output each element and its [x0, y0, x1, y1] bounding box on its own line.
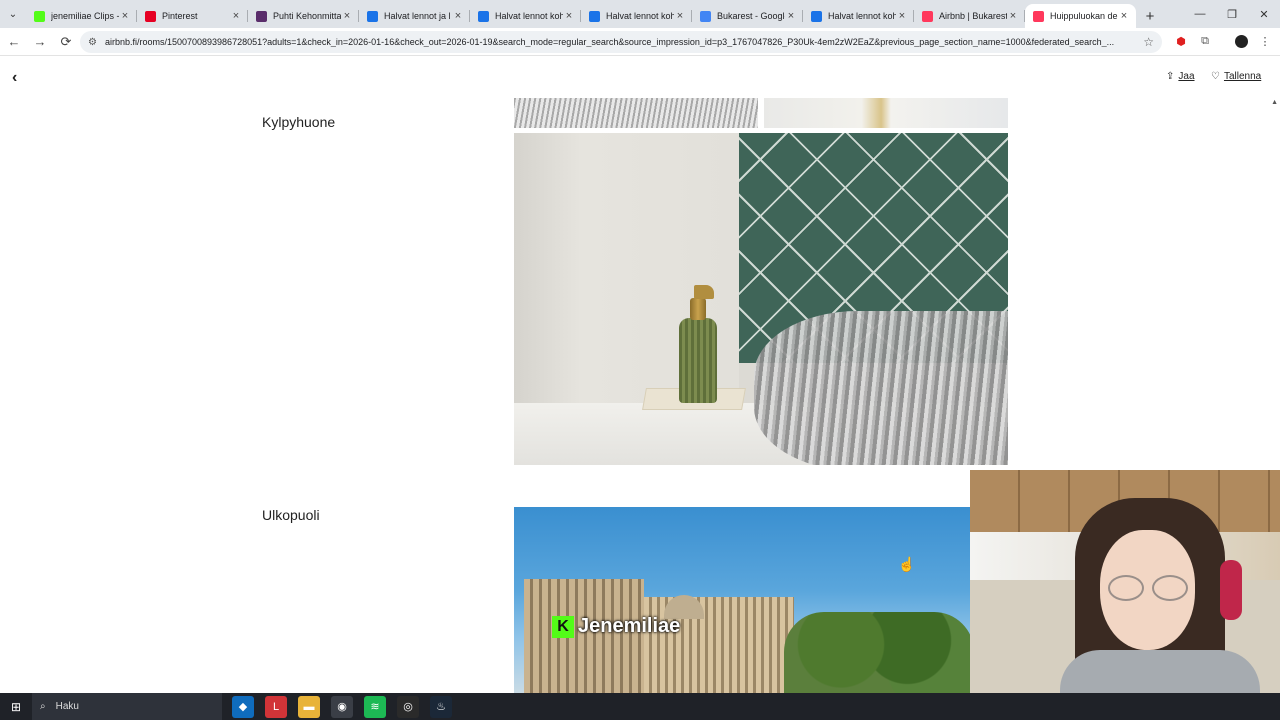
tab-title: Halvat lennot koh	[606, 11, 674, 21]
steam-icon[interactable]: ♨	[430, 695, 452, 718]
address-bar[interactable]: ⚙ airbnb.fi/rooms/1500700893986728051?ad…	[80, 31, 1162, 53]
taskbar-search[interactable]: ⌕ Haku	[32, 693, 222, 720]
browser-menu-icon[interactable]: ⋮	[1258, 34, 1272, 48]
browser-tab[interactable]: Pinterest ×	[137, 4, 248, 28]
bathroom-photo-partial-right[interactable]	[764, 98, 1008, 128]
tab-title: Halvat lennot koh	[495, 11, 563, 21]
stream-watermark: K Jenemiliae	[552, 615, 680, 638]
tab-favicon-icon	[589, 10, 600, 22]
back-arrow-icon[interactable]: ‹	[12, 69, 17, 87]
save-label: Tallenna	[1223, 71, 1262, 82]
browser-tab[interactable]: Airbnb | Bukarest ×	[914, 4, 1025, 28]
spotify-icon[interactable]: ≋	[364, 695, 386, 718]
section-title-exterior: Ulkopuoli	[262, 507, 320, 523]
browser-tab[interactable]: Halvat lennot koh ×	[581, 4, 692, 28]
tab-title: Huippuluokan de	[1050, 11, 1118, 21]
tab-title: Halvat lennot ja l	[384, 11, 451, 21]
reload-button[interactable]: ⟳	[54, 30, 78, 54]
tab-title: jenemiliae Clips -	[51, 11, 119, 21]
tab-close-icon[interactable]: ×	[1007, 10, 1019, 22]
minimize-button[interactable]: —	[1184, 0, 1216, 28]
url-text[interactable]: airbnb.fi/rooms/1500700893986728051?adul…	[105, 37, 1137, 47]
hand-cursor-icon: ☝	[898, 556, 916, 572]
tab-favicon-icon	[145, 10, 156, 22]
tab-favicon-icon	[34, 10, 45, 22]
tab-favicon-icon	[256, 10, 267, 22]
kick-logo-icon: K	[552, 615, 574, 638]
tab-favicon-icon	[700, 10, 711, 22]
browser-tab[interactable]: Bukarest - Google ×	[692, 4, 803, 28]
new-tab-button[interactable]: +	[1136, 4, 1164, 28]
section-title-bathroom: Kylpyhuone	[262, 114, 336, 130]
window-controls: — ❐ ✕	[1184, 0, 1280, 28]
share-label: Jaa	[1178, 71, 1195, 82]
browser-tab[interactable]: Halvat lennot koh ×	[470, 4, 581, 28]
tab-close-icon[interactable]: ×	[119, 10, 131, 22]
bathroom-photo[interactable]	[514, 133, 1008, 465]
browser-tab-strip: ⌄ jenemiliae Clips - × Pinterest × Puhti Keh…	[0, 0, 1280, 28]
tab-favicon-icon	[367, 10, 378, 22]
tab-title: Halvat lennot koh	[828, 11, 896, 21]
browser-tab[interactable]: Halvat lennot koh ×	[803, 4, 914, 28]
maximize-button[interactable]: ❐	[1216, 0, 1248, 28]
share-icon: ⇪	[1166, 71, 1175, 82]
save-button[interactable]: ♡ Tallenna	[1211, 71, 1261, 82]
windows-taskbar: ⊞ ⌕ Haku ◆ L ▬ ◉ ≋ ◎ ♨	[0, 693, 1280, 720]
extensions-icon[interactable]: ⧉	[1198, 34, 1212, 48]
tab-title: Pinterest	[162, 11, 198, 21]
tab-close-icon[interactable]: ×	[785, 10, 797, 22]
tab-close-icon[interactable]: ×	[674, 10, 686, 22]
share-button[interactable]: ⇪ Jaa	[1166, 71, 1195, 82]
chrome-icon[interactable]: ◉	[331, 695, 353, 718]
tab-search-menu-icon[interactable]: ⌄	[0, 0, 26, 28]
exterior-photo[interactable]	[514, 507, 974, 693]
profile-avatar[interactable]	[1234, 34, 1248, 48]
browser-tab[interactable]: Huippuluokan de ×	[1025, 4, 1136, 28]
search-icon: ⌕	[40, 701, 46, 712]
file-explorer-icon[interactable]: ▬	[298, 695, 320, 718]
tab-close-icon[interactable]: ×	[452, 10, 464, 22]
tab-close-icon[interactable]: ×	[563, 10, 575, 22]
start-windows-icon[interactable]: ⊞	[0, 693, 32, 720]
browser-tab[interactable]: jenemiliae Clips - ×	[26, 4, 137, 28]
watermark-text: Jenemiliae	[578, 615, 681, 637]
tab-close-icon[interactable]: ×	[1118, 10, 1130, 22]
browser-tab[interactable]: Halvat lennot ja l ×	[359, 4, 470, 28]
adblock-extension-icon[interactable]: ⬢	[1174, 34, 1188, 48]
tab-title: Puhti Kehonmitta	[273, 11, 341, 21]
search-placeholder: Haku	[55, 701, 79, 712]
browser-tab[interactable]: Puhti Kehonmitta ×	[248, 4, 359, 28]
close-window-button[interactable]: ✕	[1248, 0, 1280, 28]
tab-favicon-icon	[1033, 10, 1044, 22]
webcam-overlay	[970, 470, 1280, 693]
tab-close-icon[interactable]: ×	[230, 10, 242, 22]
tab-favicon-icon	[478, 10, 489, 22]
lapp-icon[interactable]: L	[265, 695, 287, 718]
tab-favicon-icon	[811, 10, 822, 22]
tab-title: Airbnb | Bukarest	[939, 11, 1007, 21]
tab-favicon-icon	[922, 10, 933, 22]
tab-close-icon[interactable]: ×	[896, 10, 908, 22]
scrollbar-up-arrow[interactable]: ▲	[1271, 99, 1278, 106]
heart-icon: ♡	[1211, 71, 1220, 82]
obs-icon[interactable]: ◎	[397, 695, 419, 718]
tab-title: Bukarest - Google	[717, 11, 785, 21]
back-button[interactable]: ←	[2, 30, 26, 54]
forward-button[interactable]: →	[28, 30, 52, 54]
bookmark-star-icon[interactable]: ☆	[1143, 35, 1154, 49]
tab-close-icon[interactable]: ×	[341, 10, 353, 22]
outlook-icon[interactable]: ◆	[232, 695, 254, 718]
browser-toolbar: ← → ⟳ ⚙ airbnb.fi/rooms/1500700893986728…	[0, 28, 1280, 56]
bathroom-photo-partial-left[interactable]	[514, 98, 758, 128]
site-info-icon[interactable]: ⚙	[88, 37, 97, 48]
